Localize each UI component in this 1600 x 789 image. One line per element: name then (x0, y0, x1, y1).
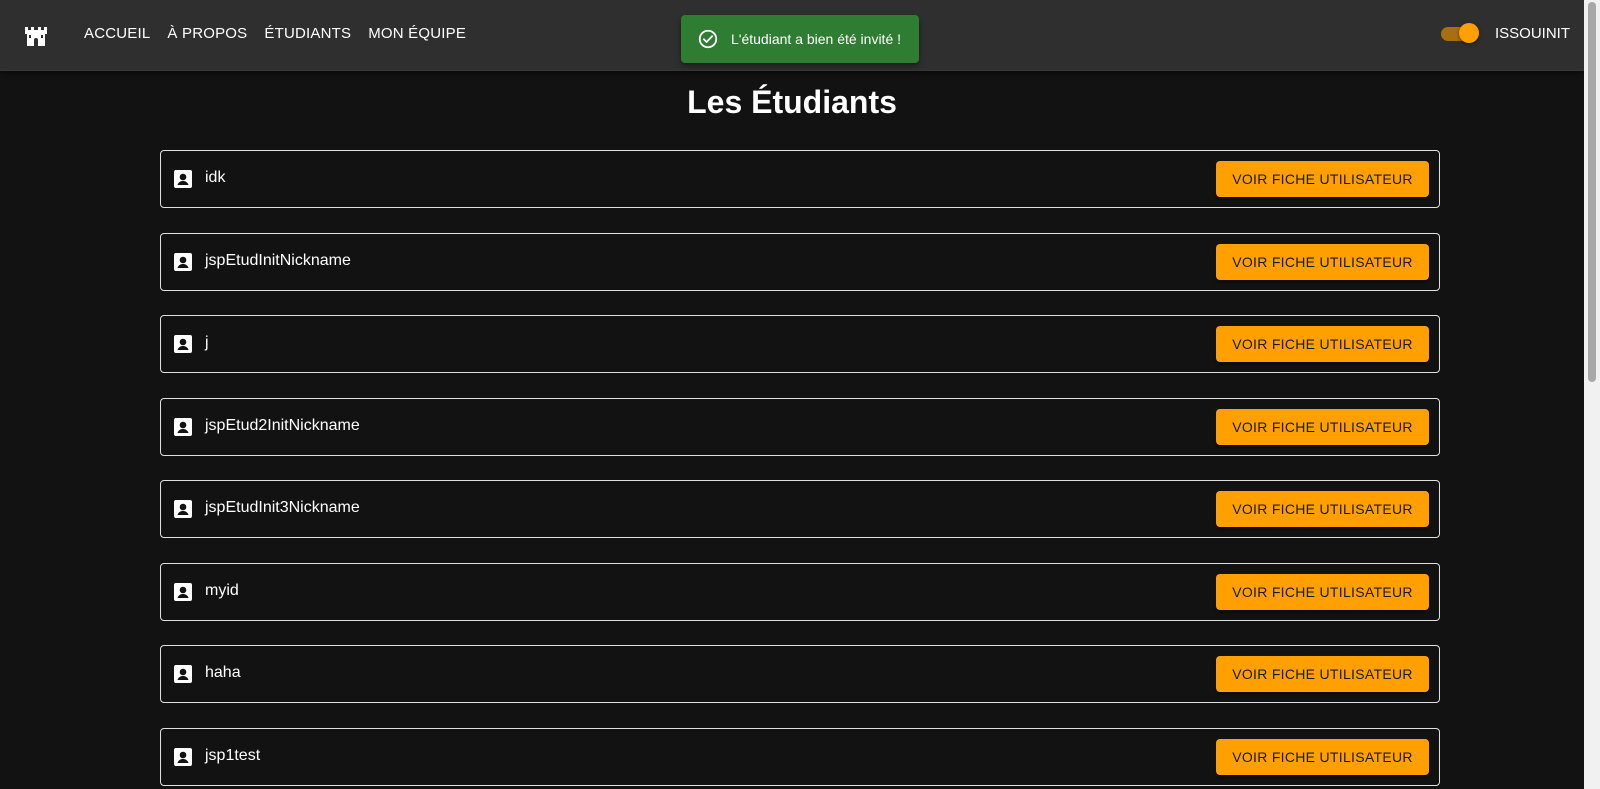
account-box-icon (174, 418, 192, 436)
nav-etudiants[interactable]: ÉTUDIANTS (264, 24, 351, 44)
theme-toggle[interactable] (1441, 23, 1479, 43)
student-name: jspEtudInitNickname (205, 252, 351, 269)
student-name: j (205, 334, 209, 351)
student-name: haha (205, 664, 241, 681)
main-nav: ACCUEIL À PROPOS ÉTUDIANTS MON ÉQUIPE (84, 24, 466, 44)
student-name: jsp1test (205, 747, 261, 764)
account-box-icon (174, 170, 192, 188)
student-card: jspEtudInitNickname VOIR FICHE UTILISATE… (160, 233, 1440, 291)
page-scrollbar[interactable] (1584, 0, 1600, 789)
student-name: myid (205, 582, 239, 599)
nav-mon-equipe[interactable]: MON ÉQUIPE (368, 24, 466, 44)
view-profile-button[interactable]: VOIR FICHE UTILISATEUR (1216, 409, 1429, 445)
account-box-icon (174, 500, 192, 518)
student-card: haha VOIR FICHE UTILISATEUR (160, 645, 1440, 703)
student-card: jspEtud2InitNickname VOIR FICHE UTILISAT… (160, 398, 1440, 456)
check-circle-icon (698, 29, 718, 49)
castle-logo-icon[interactable] (24, 24, 48, 46)
toast-message: L'étudiant a bien été invité ! (731, 31, 902, 47)
student-card: j VOIR FICHE UTILISATEUR (160, 315, 1440, 373)
view-profile-button[interactable]: VOIR FICHE UTILISATEUR (1216, 161, 1429, 197)
account-box-icon (174, 748, 192, 766)
student-card: jsp1test VOIR FICHE UTILISATEUR (160, 728, 1440, 786)
page-title: Les Étudiants (687, 84, 897, 120)
nav-a-propos[interactable]: À PROPOS (167, 24, 247, 44)
view-profile-button[interactable]: VOIR FICHE UTILISATEUR (1216, 739, 1429, 775)
account-box-icon (174, 665, 192, 683)
student-card: myid VOIR FICHE UTILISATEUR (160, 563, 1440, 621)
account-box-icon (174, 583, 192, 601)
student-card: idk VOIR FICHE UTILISATEUR (160, 150, 1440, 208)
view-profile-button[interactable]: VOIR FICHE UTILISATEUR (1216, 326, 1429, 362)
student-name: jspEtudInit3Nickname (205, 499, 360, 516)
view-profile-button[interactable]: VOIR FICHE UTILISATEUR (1216, 656, 1429, 692)
student-name: idk (205, 169, 226, 186)
user-menu[interactable]: ISSOUINIT (1495, 24, 1570, 44)
account-box-icon (174, 335, 192, 353)
scrollbar-thumb[interactable] (1588, 2, 1596, 382)
view-profile-button[interactable]: VOIR FICHE UTILISATEUR (1216, 574, 1429, 610)
view-profile-button[interactable]: VOIR FICHE UTILISATEUR (1216, 244, 1429, 280)
toggle-thumb (1459, 23, 1479, 43)
success-toast: L'étudiant a bien été invité ! (681, 15, 919, 63)
student-name: jspEtud2InitNickname (205, 417, 360, 434)
student-card: jspEtudInit3Nickname VOIR FICHE UTILISAT… (160, 480, 1440, 538)
account-box-icon (174, 253, 192, 271)
nav-accueil[interactable]: ACCUEIL (84, 24, 150, 44)
view-profile-button[interactable]: VOIR FICHE UTILISATEUR (1216, 491, 1429, 527)
